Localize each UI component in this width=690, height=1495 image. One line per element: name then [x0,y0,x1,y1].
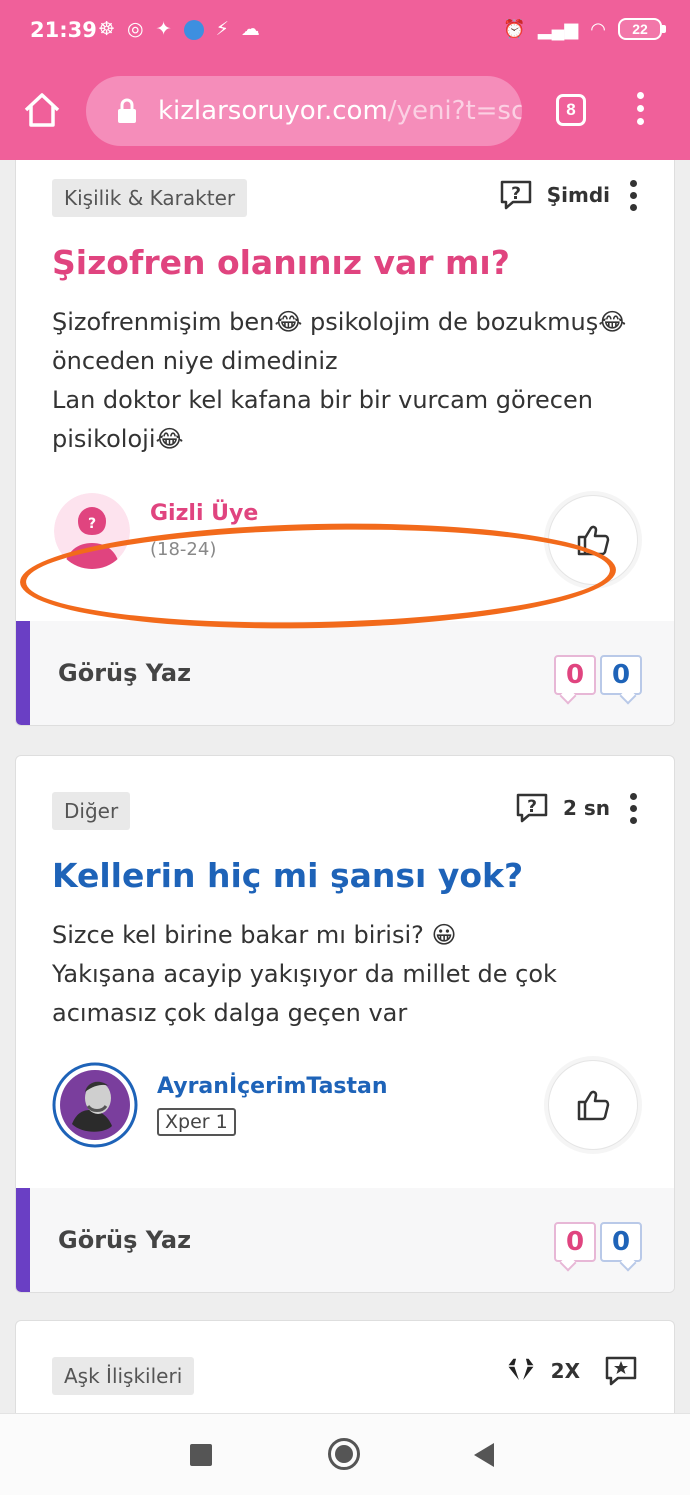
twitter-icon: ✦ [155,19,172,40]
thumbs-up-icon [577,1090,610,1121]
system-icons: ⏰ ▂▄▆ ◠ 22 [503,18,666,40]
category-chip[interactable]: Diğer [52,792,131,830]
anonymous-avatar[interactable]: ? [54,493,130,569]
category-chip[interactable]: Kişilik & Karakter [52,179,248,217]
question-body: Şizofrenmişim ben😂 psikolojim de bozukmu… [52,303,652,459]
post-options-icon[interactable] [630,792,638,824]
opinion-count: 0 [600,655,642,695]
user-name[interactable]: Gizli Üye [150,501,258,526]
diamond-icon [505,1357,536,1385]
wifi-icon: ◠ [590,18,606,39]
question-card: Kişilik & Karakter ? Şimdi Şizofren olan… [15,160,675,726]
url-text: kizlarsoruyor.com/yeni?t=sc [158,96,522,126]
back-icon[interactable] [474,1443,494,1467]
post-options-icon[interactable] [630,179,638,211]
app-notification-icon: ☸ [98,19,116,40]
svg-text:?: ? [88,516,96,532]
tab-switcher-button[interactable]: 8 [556,94,586,126]
status-time: 21:39 [30,18,97,42]
browser-notification-icon [183,19,204,40]
write-opinion-label: Görüş Yaz [58,659,192,687]
notification-icons: ☸ ◎ ✦ ⚡ ☁ [98,18,260,41]
write-opinion-label: Görüş Yaz [58,1226,192,1254]
body-line: acımasız çok dalga geçen var [52,999,408,1027]
svg-text:?: ? [511,184,521,204]
featured-question-icon[interactable] [604,1355,638,1387]
like-button[interactable] [548,1060,638,1150]
alert-icon: ⚡ [215,19,229,40]
question-card: Aşk İlişkileri 2X [15,1320,675,1413]
browser-menu-icon[interactable] [630,92,650,128]
cloud-icon: ☁ [240,19,260,40]
opinion-count: 0 [554,1222,596,1262]
body-line: Sizce kel birine bakar mı birisi? 😀 [52,921,457,949]
home-icon[interactable] [22,90,62,130]
recents-icon[interactable] [190,1444,212,1466]
question-title[interactable]: Şizofren olanınız var mı? [52,243,510,282]
address-bar[interactable]: kizlarsoruyor.com/yeni?t=sc [86,76,522,146]
body-line: pisikoloji😂 [52,425,184,453]
write-opinion-bar[interactable]: Görüş Yaz 0 0 [16,621,674,725]
body-line: önceden niye dimediniz [52,347,338,375]
svg-text:?: ? [527,797,537,817]
lock-icon [118,98,136,123]
status-bar: 21:39 ☸ ◎ ✦ ⚡ ☁ ⏰ ▂▄▆ ◠ 22 [0,0,690,62]
browser-toolbar: kizlarsoruyor.com/yeni?t=sc 8 [0,62,690,160]
signal-icon: ▂▄▆ [537,18,579,39]
like-button[interactable] [548,495,638,585]
question-icon: ? [516,793,548,823]
feed: Kişilik & Karakter ? Şimdi Şizofren olan… [0,160,690,1413]
question-title[interactable]: Kellerin hiç mi şansı yok? [52,856,523,895]
write-opinion-bar[interactable]: Görüş Yaz 0 0 [16,1188,674,1292]
user-avatar[interactable] [52,1062,138,1148]
post-time: Şimdi [546,183,610,207]
body-line: Şizofrenmişim ben😂 psikolojim de bozukmu… [52,308,627,336]
body-line: Lan doktor kel kafana bir bir vurcam gör… [52,386,593,414]
alarm-icon: ⏰ [503,18,526,39]
question-card: Diğer ? 2 sn Kellerin hiç mi şansı yok? … [15,755,675,1293]
post-time: 2 sn [562,796,610,820]
body-line: Yakışana acayip yakışıyor da millet de ç… [52,960,557,988]
url-domain: kizlarsoruyor.com [158,96,388,126]
user-age: (18-24) [150,539,217,560]
post-meta: 2X [505,1355,638,1387]
thumbs-up-icon [577,525,610,556]
battery-level: 22 [632,21,648,37]
opinion-count: 0 [600,1222,642,1262]
category-chip[interactable]: Aşk İlişkileri [52,1357,195,1395]
instagram-icon: ◎ [127,19,144,40]
multiplier-label: 2X [550,1359,580,1383]
question-icon: ? [500,180,531,210]
post-meta: ? 2 sn [515,792,638,824]
home-nav-icon[interactable] [328,1438,360,1470]
post-meta: ? Şimdi [499,179,638,211]
user-level-badge: Xper 1 [157,1108,236,1136]
battery-icon: 22 [618,18,666,40]
url-path: /yeni?t=sc [387,96,522,126]
opinion-count: 0 [554,655,596,695]
system-nav-bar [0,1413,690,1495]
question-body: Sizce kel birine bakar mı birisi? 😀 Yakı… [52,916,652,1033]
user-name[interactable]: AyranİçerimTastan [157,1074,388,1099]
